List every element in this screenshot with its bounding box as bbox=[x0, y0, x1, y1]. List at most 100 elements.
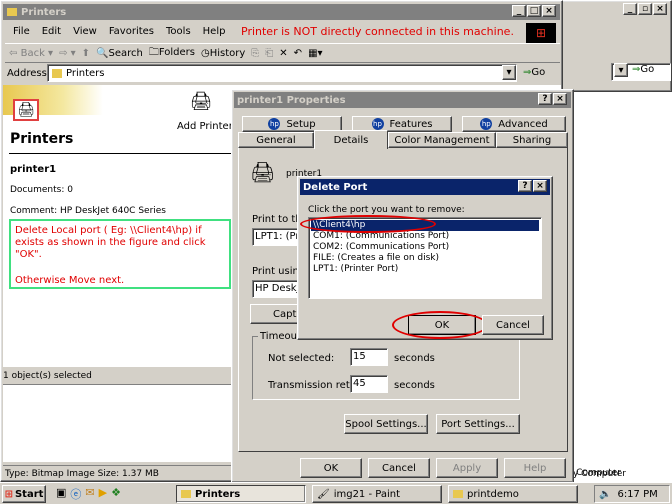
bg-go-button[interactable]: ⇒Go bbox=[632, 64, 654, 75]
delete-icon[interactable]: ✕ bbox=[279, 48, 287, 59]
explorer-titlebar: Printers bbox=[3, 4, 560, 20]
printer-folder-icon: 🖨 bbox=[13, 99, 39, 121]
tab-details[interactable]: Details bbox=[314, 130, 388, 149]
address-field[interactable]: Printers bbox=[47, 64, 517, 82]
history-icon: ◷ bbox=[200, 47, 210, 59]
ie-icon[interactable]: ⓔ bbox=[70, 486, 81, 502]
task-printdemo[interactable]: printdemo bbox=[448, 485, 578, 503]
task-printers[interactable]: Printers bbox=[176, 485, 306, 503]
clock: 6:17 PM bbox=[617, 488, 658, 500]
system-tray: 🔈 6:17 PM bbox=[594, 485, 670, 503]
menu-help[interactable]: Help bbox=[203, 26, 226, 37]
windows-logo-icon: ⊞ bbox=[526, 23, 556, 43]
back-button[interactable]: ⇦ Back ▾ bbox=[9, 48, 53, 59]
properties-help-bottom-button[interactable]: Help bbox=[504, 458, 566, 478]
media-icon[interactable]: ▶ bbox=[99, 486, 107, 502]
copy-to-icon[interactable]: ⎗ bbox=[265, 48, 273, 59]
properties-cancel-button[interactable]: Cancel bbox=[368, 458, 430, 478]
bg-dropdown-button[interactable]: ▾ bbox=[614, 63, 628, 77]
printers-folder-icon bbox=[52, 68, 62, 78]
menu-tools[interactable]: Tools bbox=[166, 26, 191, 37]
printer-icon: 🖨 bbox=[250, 160, 276, 184]
delete-port-titlebar: Delete Port bbox=[300, 179, 550, 195]
not-selected-label: Not selected: bbox=[268, 353, 335, 364]
add-printer-label[interactable]: Add Printer bbox=[177, 121, 233, 132]
transmission-label: Transmission retry: bbox=[268, 380, 363, 391]
volume-icon[interactable]: 🔈 bbox=[599, 489, 611, 500]
menu-edit[interactable]: Edit bbox=[42, 26, 61, 37]
documents-count: Documents: 0 bbox=[10, 185, 73, 195]
delete-port-cancel-button[interactable]: Cancel bbox=[482, 315, 544, 335]
delete-port-help-button[interactable]: ? bbox=[518, 180, 532, 192]
close-button[interactable]: × bbox=[542, 5, 556, 17]
outlook-icon[interactable]: ✉ bbox=[85, 486, 94, 502]
go-button[interactable]: ⇒Go bbox=[523, 67, 545, 78]
transmission-input[interactable]: 45 bbox=[350, 375, 388, 393]
bg-restore-button[interactable]: ▫ bbox=[638, 3, 652, 15]
back-arrow-icon: ⇦ bbox=[9, 47, 18, 59]
ok-highlight-ellipse bbox=[392, 311, 488, 339]
panel-title: Printers bbox=[10, 131, 74, 147]
move-to-icon[interactable]: ⎘ bbox=[251, 48, 259, 59]
port-highlight-ellipse bbox=[300, 215, 436, 233]
folder-icon bbox=[7, 8, 17, 16]
delete-port-close-button[interactable]: × bbox=[533, 180, 547, 192]
port-item-file[interactable]: FILE: (Creates a file on disk) bbox=[311, 253, 539, 264]
add-printer-icon[interactable]: 🖨 bbox=[188, 91, 214, 115]
folder-icon bbox=[181, 490, 191, 498]
instruction-box: Delete Local port ( Eg: \\Client4\hp) if… bbox=[9, 219, 231, 289]
toolbar: ⇦ Back ▾ ⇨ ▾ ⬆ 🔍Search 🗀Folders ◷History… bbox=[5, 43, 560, 63]
tab-advanced[interactable]: hp Advanced bbox=[462, 116, 566, 132]
status-type: Type: Bitmap Image Size: 1.37 MB bbox=[5, 469, 159, 479]
address-label: Address bbox=[7, 68, 47, 79]
tab-general[interactable]: General bbox=[238, 132, 314, 148]
taskbar: ⊞ Start ▣ ⓔ ✉ ▶ ❖ Printers 🖌 img21 - Paint… bbox=[0, 482, 672, 504]
maximize-button[interactable]: □ bbox=[527, 5, 541, 17]
menu-view[interactable]: View bbox=[73, 26, 97, 37]
folder-icon bbox=[453, 490, 463, 498]
status-objects: 1 object(s) selected bbox=[3, 371, 92, 381]
app-icon[interactable]: ❖ bbox=[111, 486, 121, 502]
properties-apply-button[interactable]: Apply bbox=[436, 458, 498, 478]
properties-ok-button[interactable]: OK bbox=[300, 458, 362, 478]
status-computer-right: y Computer bbox=[568, 468, 621, 478]
not-selected-input[interactable]: 15 bbox=[350, 348, 388, 366]
bg-minimize-button[interactable]: _ bbox=[623, 3, 637, 15]
start-button[interactable]: ⊞ Start bbox=[2, 485, 46, 503]
views-icon[interactable]: ▦▾ bbox=[308, 48, 322, 59]
task-paint[interactable]: 🖌 img21 - Paint bbox=[312, 485, 442, 503]
hp-logo-icon: hp bbox=[480, 118, 493, 130]
not-selected-seconds: seconds bbox=[394, 353, 435, 364]
background-window: _ ▫ × bbox=[560, 0, 672, 92]
undo-icon[interactable]: ↶ bbox=[294, 48, 302, 59]
minimize-button[interactable]: _ bbox=[512, 5, 526, 17]
show-desktop-icon[interactable]: ▣ bbox=[56, 486, 66, 502]
properties-help-button[interactable]: ? bbox=[538, 93, 552, 105]
port-item-lpt1[interactable]: LPT1: (Printer Port) bbox=[311, 264, 539, 275]
delete-port-dialog: Delete Port ? × Click the port you want … bbox=[297, 176, 553, 340]
quick-launch: ▣ ⓔ ✉ ▶ ❖ bbox=[56, 486, 121, 502]
tab-sharing[interactable]: Sharing bbox=[496, 132, 568, 148]
search-button[interactable]: 🔍Search bbox=[96, 48, 143, 59]
properties-close-button[interactable]: × bbox=[553, 93, 567, 105]
folders-button[interactable]: 🗀Folders bbox=[149, 45, 195, 62]
paint-icon: 🖌 bbox=[317, 488, 330, 500]
menu-favorites[interactable]: Favorites bbox=[109, 26, 154, 37]
port-item-com1[interactable]: COM1: (Communications Port) bbox=[311, 231, 539, 242]
instruction-text: Delete Local port ( Eg: \\Client4\hp) if… bbox=[15, 225, 206, 260]
printer-comment: Comment: HP DeskJet 640C Series bbox=[10, 206, 166, 216]
tab-color-management[interactable]: Color Management bbox=[388, 132, 496, 148]
port-item-com2[interactable]: COM2: (Communications Port) bbox=[311, 242, 539, 253]
address-dropdown-button[interactable]: ▾ bbox=[502, 65, 516, 80]
bg-close-button[interactable]: × bbox=[653, 3, 667, 15]
port-settings-button[interactable]: Port Settings... bbox=[436, 414, 520, 434]
folders-icon: 🗀 bbox=[148, 46, 159, 58]
otherwise-text: Otherwise Move next. bbox=[15, 275, 125, 286]
transmission-seconds: seconds bbox=[394, 380, 435, 391]
forward-button[interactable]: ⇨ ▾ bbox=[59, 48, 76, 59]
spool-settings-button[interactable]: Spool Settings... bbox=[344, 414, 428, 434]
history-button[interactable]: ◷History bbox=[201, 48, 245, 59]
up-button[interactable]: ⬆ bbox=[82, 48, 90, 59]
menu-file[interactable]: File bbox=[13, 26, 30, 37]
search-icon: 🔍 bbox=[96, 47, 109, 59]
